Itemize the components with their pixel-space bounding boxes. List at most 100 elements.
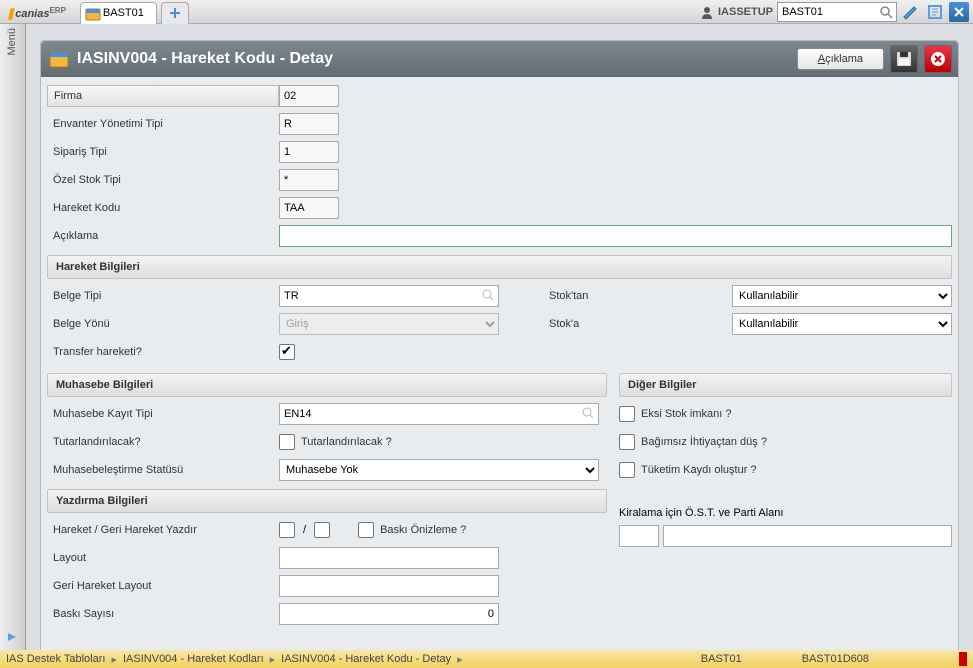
tab-bast01[interactable]: BAST01 [80,2,157,24]
topbar: ❚caniasERP BAST01 IASSETUP [0,0,973,24]
label-siparis-tipi: Sipariş Tipi [47,142,279,162]
input-env-tipi[interactable] [279,113,339,135]
label-hareket-yazdir: Hareket / Geri Hareket Yazdır [47,520,279,540]
input-belge-tipi[interactable] [279,285,499,307]
label-tutarlandirilacak: Tutarlandırılacak? [47,432,279,452]
section-yazdirma-bilgileri: Yazdırma Bilgileri [47,489,607,513]
label-firma: Firma [47,85,279,107]
breadcrumb-2[interactable]: IASINV004 - Hareket Kodları [123,653,264,665]
checkbox-tuketim-kaydi[interactable] [619,462,635,478]
input-firma[interactable] [279,85,339,107]
status-code-1: BAST01 [701,653,742,665]
section-hareket-bilgileri: Hareket Bilgileri [47,255,952,279]
label-muhasebe-status: Muhasebeleştirme Statüsü [47,460,279,480]
user-name: IASSETUP [718,6,773,18]
label-belge-yonu: Belge Yönü [47,314,279,334]
label-stoktan: Stok'tan [543,290,653,302]
select-muhasebe-status[interactable]: Muhasebe Yok [279,459,599,481]
chevron-right-icon: ▸ [270,653,276,666]
label-aciklama: Açıklama [47,226,279,246]
logo-sup: ERP [49,6,65,15]
window-close-button[interactable] [949,2,969,22]
input-muhasebe-kayit-tipi[interactable] [279,403,599,425]
chevron-right-icon: ▸ [111,653,117,666]
input-geri-layout[interactable] [279,575,499,597]
topbar-right: IASSETUP [700,2,973,22]
label-belge-tipi: Belge Tipi [47,286,279,306]
input-ozel-stok[interactable] [279,169,339,191]
header-actions: Açıklama [797,45,952,73]
search-icon[interactable] [581,406,595,420]
input-kiralama-ost[interactable] [619,525,659,547]
checkbox-baski-onizleme[interactable] [358,522,374,538]
chevron-right-icon: ▸ [457,653,463,666]
checkbox-bagimsiz-ihtiyac[interactable] [619,434,635,450]
status-right: BAST01 BAST01D608 [701,652,967,666]
slash-separator: / [303,524,306,536]
user-indicator[interactable]: IASSETUP [700,5,773,19]
app-logo: ❚caniasERP [0,4,76,20]
panel-close-button[interactable] [924,45,952,73]
status-bar: IAS Destek Tabloları ▸ IASINV004 - Harek… [0,650,973,668]
section-diger-bilgiler: Diğer Bilgiler [619,373,952,397]
tab-strip: BAST01 [80,0,189,24]
label-env-tipi: Envanter Yönetimi Tipi [47,114,279,134]
form-body: Firma Envanter Yönetimi Tipi Sipariş Tip… [41,77,958,650]
checkbox-transfer-hareketi[interactable] [279,344,295,360]
label-transfer-hareketi: Transfer hareketi? [47,342,279,362]
label-muhasebe-kayit-tipi: Muhasebe Kayıt Tipi [47,404,279,424]
tool-icon-2[interactable] [925,2,945,22]
input-layout[interactable] [279,547,499,569]
status-indicator-icon [959,652,967,666]
panel-header-icon [47,47,71,71]
side-menu[interactable]: Menü [0,24,26,650]
input-aciklama[interactable] [279,225,952,247]
checkbox-label-baski-onizleme: Baskı Önizleme ? [380,524,466,536]
section-muhasebe-bilgileri: Muhasebe Bilgileri [47,373,607,397]
logo-text: canias [15,8,49,20]
tab-label: BAST01 [103,7,144,19]
input-hareket-kodu[interactable] [279,197,339,219]
page-title: IASINV004 - Hareket Kodu - Detay [77,50,333,68]
breadcrumb-1[interactable]: IAS Destek Tabloları [6,653,105,665]
label-ozel-stok: Özel Stok Tipi [47,170,279,190]
checkbox-hareket-yazdir-2[interactable] [314,522,330,538]
detail-panel: IASINV004 - Hareket Kodu - Detay Açıklam… [40,40,959,650]
checkbox-label-tutarlandirilacak: Tutarlandırılacak ? [301,436,392,448]
checkbox-hareket-yazdir-1[interactable] [279,522,295,538]
input-baski-sayisi[interactable] [279,603,499,625]
user-icon [700,5,714,19]
breadcrumb: IAS Destek Tabloları ▸ IASINV004 - Harek… [6,653,463,666]
checkbox-label-bagimsiz-ihtiyac: Bağımsız İhtiyaçtan düş ? [641,436,767,448]
checkbox-eksi-stok[interactable] [619,406,635,422]
tool-icon-1[interactable] [901,2,921,22]
status-code-2: BAST01D608 [802,653,869,665]
side-expand-icon[interactable] [6,631,18,646]
label-layout: Layout [47,548,279,568]
tab-add-button[interactable] [161,2,189,24]
checkbox-tutarlandirilacak[interactable] [279,434,295,450]
panel-header: IASINV004 - Hareket Kodu - Detay Açıklam… [41,41,958,77]
select-stoka[interactable]: Kullanılabilir [732,313,952,335]
description-button-rest: çıklama [825,53,863,65]
label-geri-layout: Geri Hareket Layout [47,576,279,596]
side-menu-label: Menü [6,28,18,56]
breadcrumb-3[interactable]: IASINV004 - Hareket Kodu - Detay [281,653,451,665]
label-hareket-kodu: Hareket Kodu [47,198,279,218]
save-button[interactable] [890,45,918,73]
input-kiralama-parti[interactable] [663,525,952,547]
search-icon[interactable] [481,288,495,302]
input-siparis-tipi[interactable] [279,141,339,163]
search-icon[interactable] [879,5,893,19]
description-button[interactable]: Açıklama [797,48,884,70]
checkbox-label-eksi-stok: Eksi Stok imkanı ? [641,408,731,420]
select-belge-yonu: Giriş [279,313,499,335]
quick-search-wrap [777,2,897,22]
select-stoktan[interactable]: Kullanılabilir [732,285,952,307]
content-area: IASINV004 - Hareket Kodu - Detay Açıklam… [26,24,973,650]
label-kiralama-ost-parti: Kiralama için Ö.S.T. ve Parti Alanı [619,503,952,523]
label-stoka: Stok'a [543,318,653,330]
label-baski-sayisi: Baskı Sayısı [47,604,279,624]
tab-module-icon [85,6,101,22]
checkbox-label-tuketim-kaydi: Tüketim Kaydı oluştur ? [641,464,757,476]
